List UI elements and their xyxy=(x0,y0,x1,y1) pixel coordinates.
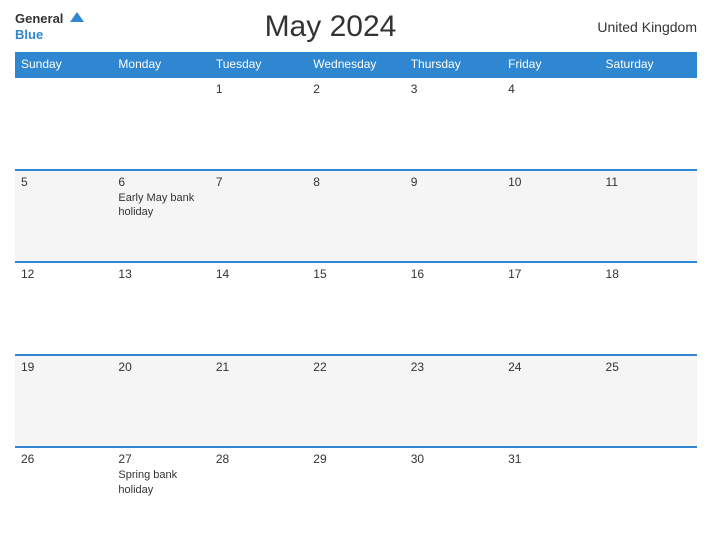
cell-w2-d1: 6 Early May bank holiday xyxy=(112,170,209,263)
cell-w2-d2: 7 xyxy=(210,170,307,263)
calendar-container: General Blue May 2024 United Kingdom Sun… xyxy=(0,0,712,550)
day-number: 17 xyxy=(508,267,593,281)
header-monday: Monday xyxy=(112,52,209,77)
week-row-5: 26 27 Spring bank holiday 28 29 30 31 xyxy=(15,447,697,540)
cell-w4-d4: 23 xyxy=(405,355,502,448)
event-text: Early May bank holiday xyxy=(118,191,203,220)
cell-w2-d6: 11 xyxy=(600,170,697,263)
cell-w2-d0: 5 xyxy=(15,170,112,263)
week-row-2: 56 Early May bank holiday 789 10 11 xyxy=(15,170,697,263)
logo-triangle-icon xyxy=(70,12,84,22)
logo-general: General xyxy=(15,11,63,26)
day-number: 6 xyxy=(118,175,203,189)
day-number: 13 xyxy=(118,267,203,281)
calendar-table: Sunday Monday Tuesday Wednesday Thursday… xyxy=(15,52,697,540)
day-number: 10 xyxy=(508,175,593,189)
event-text: Spring bank holiday xyxy=(118,468,203,497)
week-row-1: 1234 xyxy=(15,77,697,170)
day-number: 1 xyxy=(216,82,301,96)
day-number: 28 xyxy=(216,452,301,466)
cell-w4-d3: 22 xyxy=(307,355,404,448)
day-number: 31 xyxy=(508,452,593,466)
cell-w4-d2: 21 xyxy=(210,355,307,448)
day-number: 12 xyxy=(21,267,106,281)
cell-w5-d3: 29 xyxy=(307,447,404,540)
cell-w3-d2: 14 xyxy=(210,262,307,355)
cell-w4-d1: 20 xyxy=(112,355,209,448)
header-tuesday: Tuesday xyxy=(210,52,307,77)
header-saturday: Saturday xyxy=(600,52,697,77)
day-header-row: Sunday Monday Tuesday Wednesday Thursday… xyxy=(15,52,697,77)
cell-w1-d5: 4 xyxy=(502,77,599,170)
day-number: 7 xyxy=(216,175,301,189)
cell-w5-d0: 26 xyxy=(15,447,112,540)
cell-w3-d1: 13 xyxy=(112,262,209,355)
day-number: 9 xyxy=(411,175,496,189)
cell-w1-d3: 2 xyxy=(307,77,404,170)
day-number: 22 xyxy=(313,360,398,374)
cell-w5-d5: 31 xyxy=(502,447,599,540)
cell-w1-d0 xyxy=(15,77,112,170)
day-number: 8 xyxy=(313,175,398,189)
day-number: 4 xyxy=(508,82,593,96)
logo-blue-row: Blue xyxy=(15,27,84,43)
day-number: 2 xyxy=(313,82,398,96)
cell-w4-d6: 25 xyxy=(600,355,697,448)
cell-w5-d4: 30 xyxy=(405,447,502,540)
month-title: May 2024 xyxy=(84,10,577,44)
cell-w4-d0: 19 xyxy=(15,355,112,448)
header-wednesday: Wednesday xyxy=(307,52,404,77)
header: General Blue May 2024 United Kingdom xyxy=(15,10,697,44)
cell-w5-d2: 28 xyxy=(210,447,307,540)
day-number: 23 xyxy=(411,360,496,374)
cell-w2-d4: 9 xyxy=(405,170,502,263)
cell-w3-d3: 15 xyxy=(307,262,404,355)
logo-blue: Blue xyxy=(15,27,43,42)
day-number: 27 xyxy=(118,452,203,466)
country-label: United Kingdom xyxy=(577,19,697,35)
header-thursday: Thursday xyxy=(405,52,502,77)
day-number: 16 xyxy=(411,267,496,281)
cell-w1-d6 xyxy=(600,77,697,170)
day-number: 24 xyxy=(508,360,593,374)
day-number: 14 xyxy=(216,267,301,281)
day-number: 19 xyxy=(21,360,106,374)
cell-w5-d6 xyxy=(600,447,697,540)
day-number: 11 xyxy=(606,175,691,189)
cell-w3-d6: 18 xyxy=(600,262,697,355)
day-number: 26 xyxy=(21,452,106,466)
week-row-4: 19 20 21 22 23 24 25 xyxy=(15,355,697,448)
day-number: 3 xyxy=(411,82,496,96)
day-number: 30 xyxy=(411,452,496,466)
header-friday: Friday xyxy=(502,52,599,77)
day-number: 18 xyxy=(606,267,691,281)
logo: General Blue xyxy=(15,11,84,43)
cell-w3-d0: 12 xyxy=(15,262,112,355)
cell-w3-d5: 17 xyxy=(502,262,599,355)
week-row-3: 12 13 14 15 16 17 18 xyxy=(15,262,697,355)
day-number: 21 xyxy=(216,360,301,374)
day-number: 5 xyxy=(21,175,106,189)
day-number: 15 xyxy=(313,267,398,281)
cell-w4-d5: 24 xyxy=(502,355,599,448)
cell-w1-d1 xyxy=(112,77,209,170)
header-sunday: Sunday xyxy=(15,52,112,77)
day-number: 20 xyxy=(118,360,203,374)
cell-w2-d5: 10 xyxy=(502,170,599,263)
day-number: 29 xyxy=(313,452,398,466)
cell-w3-d4: 16 xyxy=(405,262,502,355)
cell-w1-d2: 1 xyxy=(210,77,307,170)
day-number: 25 xyxy=(606,360,691,374)
cell-w1-d4: 3 xyxy=(405,77,502,170)
logo-text: General xyxy=(15,11,84,27)
cell-w5-d1: 27 Spring bank holiday xyxy=(112,447,209,540)
cell-w2-d3: 8 xyxy=(307,170,404,263)
